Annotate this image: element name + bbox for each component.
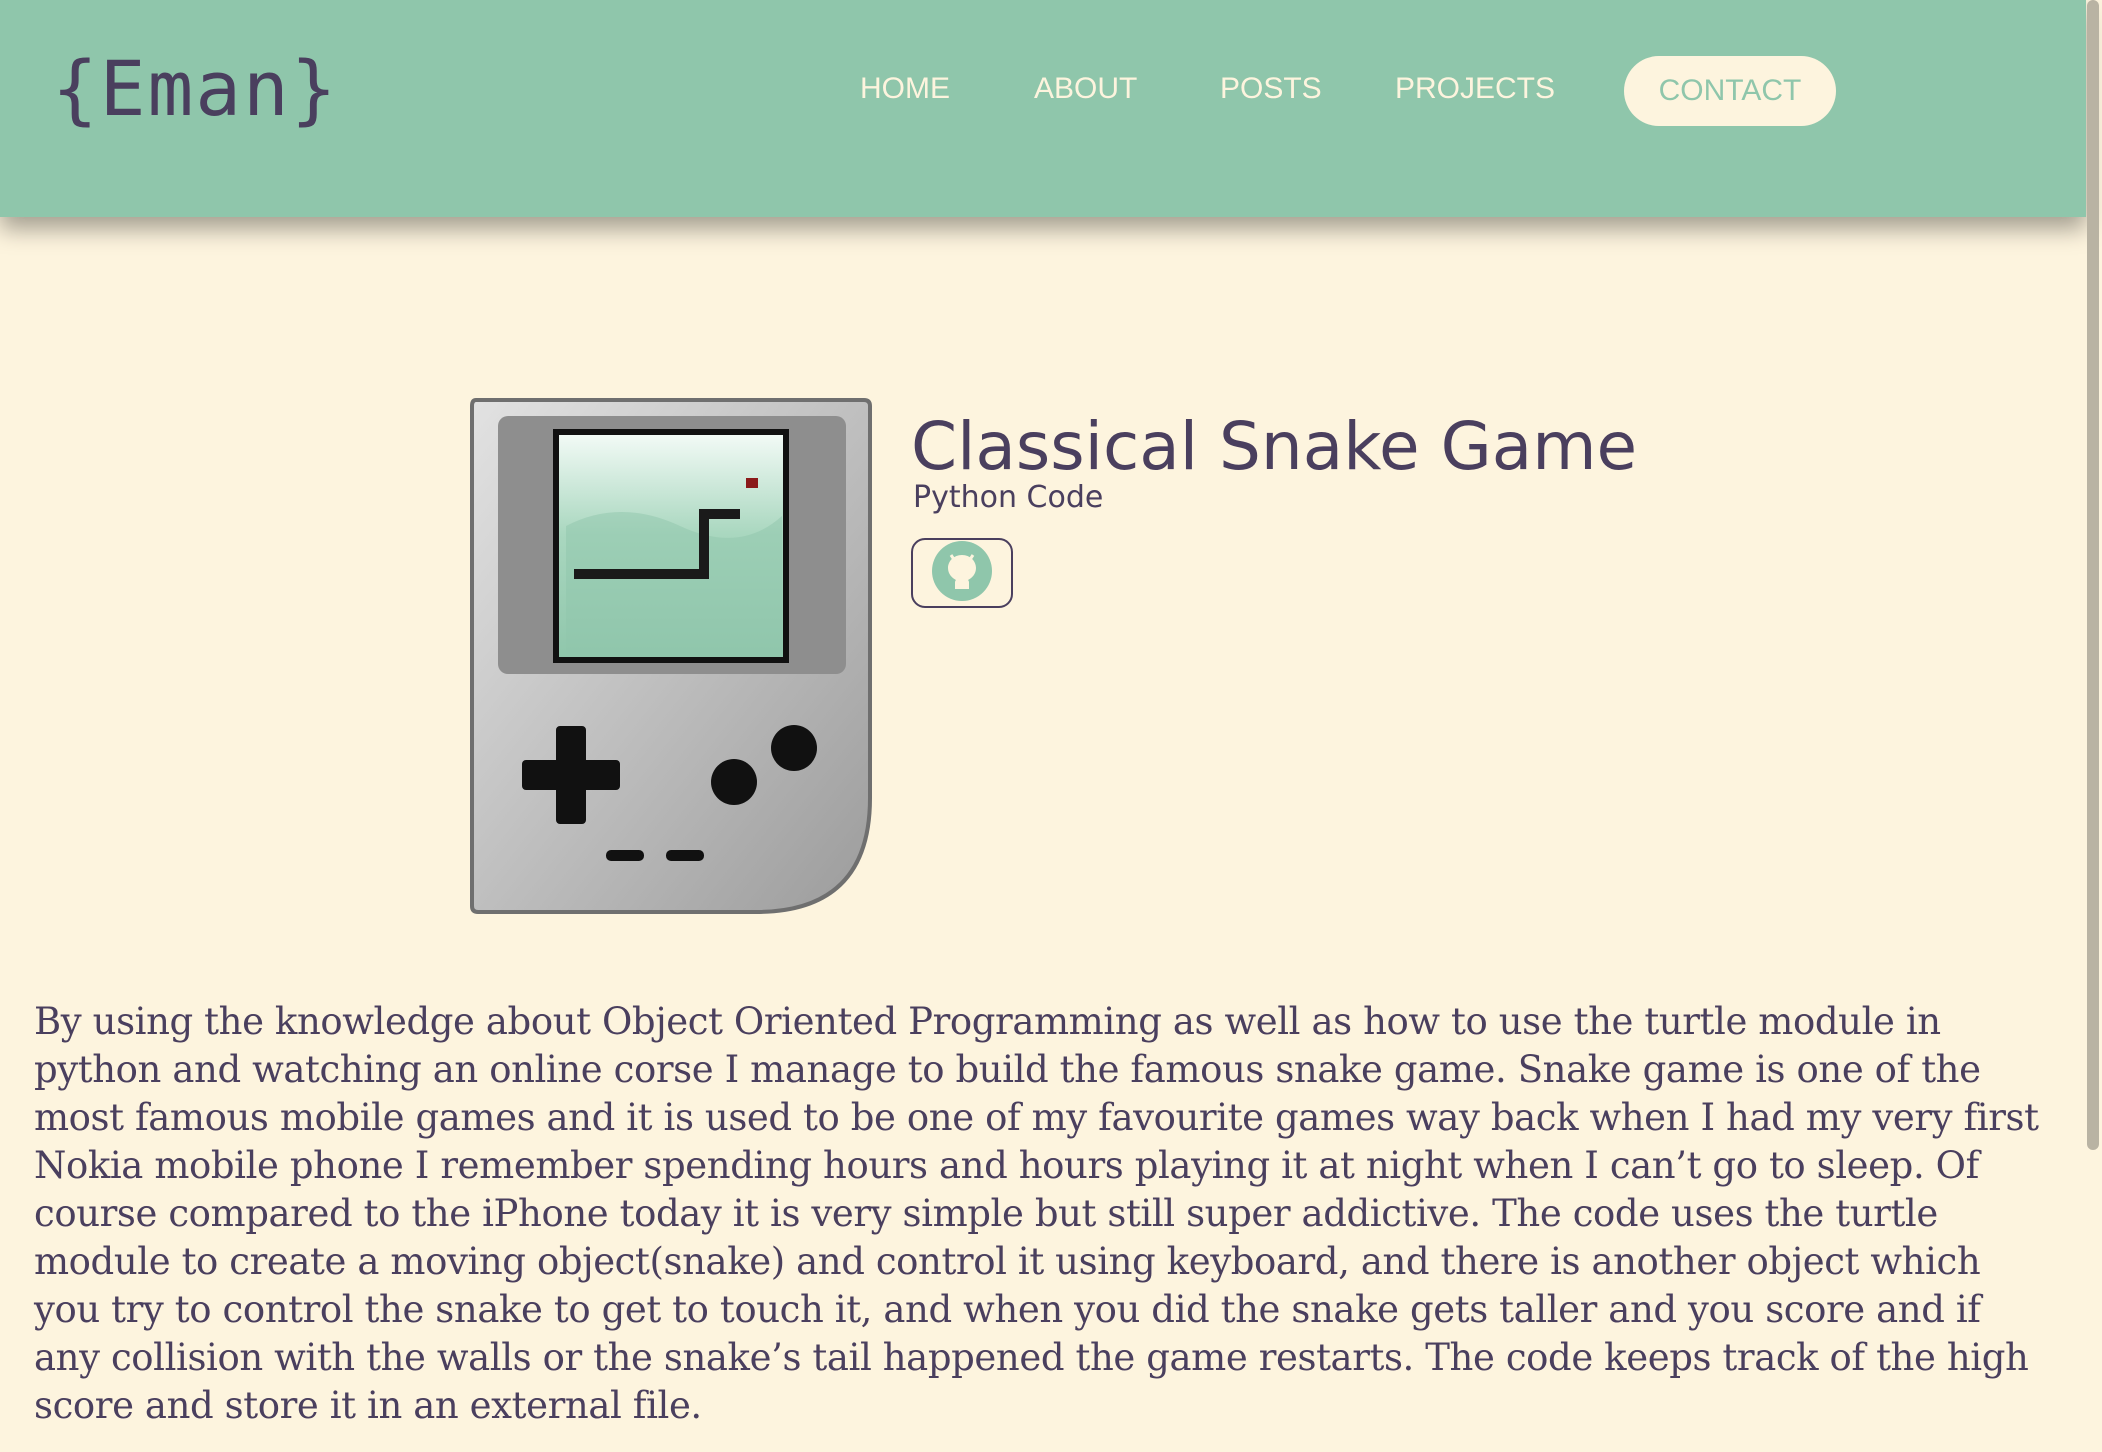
- page-scrollbar[interactable]: [2087, 0, 2099, 1150]
- nav-about[interactable]: ABOUT: [1034, 72, 1137, 106]
- project-description: By using the knowledge about Object Orie…: [34, 1000, 2039, 1427]
- github-icon: [932, 541, 992, 605]
- main-nav: HOME ABOUT POSTS PROJECTS CONTACT: [0, 56, 2086, 126]
- contact-button[interactable]: CONTACT: [1624, 56, 1836, 126]
- project-subtitle: Python Code: [913, 480, 1104, 515]
- github-link-button[interactable]: [911, 538, 1013, 608]
- nav-projects[interactable]: PROJECTS: [1395, 72, 1555, 106]
- site-header: {Eman} HOME ABOUT POSTS PROJECTS CONTACT: [0, 0, 2086, 217]
- nav-posts[interactable]: POSTS: [1220, 72, 1322, 106]
- nav-home[interactable]: HOME: [860, 72, 950, 106]
- project-title: Classical Snake Game: [911, 408, 1638, 485]
- gameboy-snake-icon: [470, 398, 872, 914]
